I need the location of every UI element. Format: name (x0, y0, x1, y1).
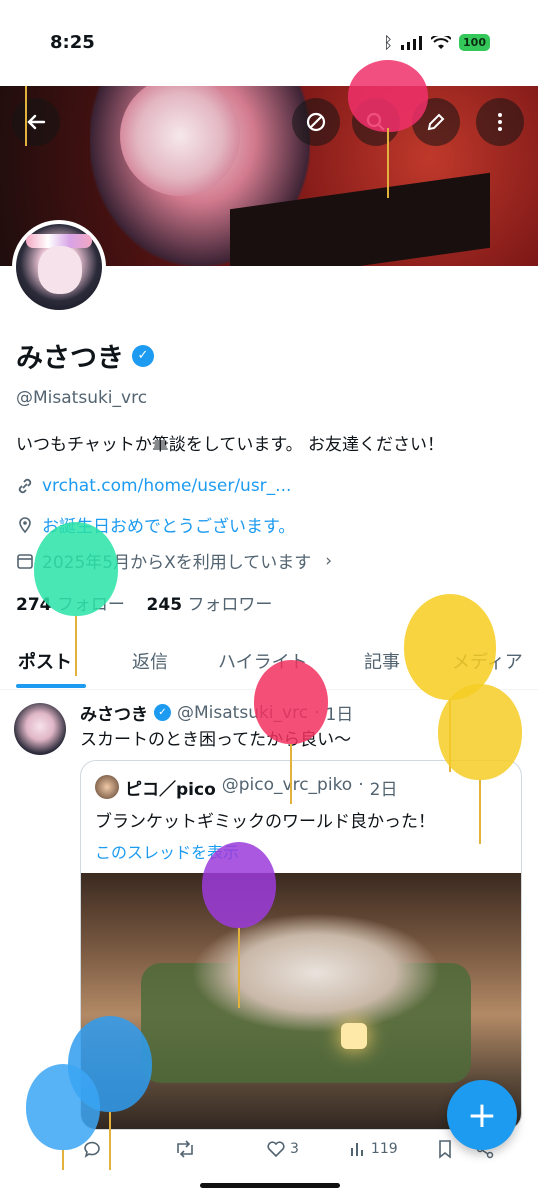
profile-avatar[interactable] (12, 220, 106, 314)
profile-bio: いつもチャットか筆談をしています。 お友達ください！ (16, 435, 445, 455)
balloon-decoration (254, 660, 328, 744)
quote-author-avatar (95, 775, 119, 799)
chevron-right-icon: › (325, 550, 333, 571)
more-vertical-icon (498, 113, 502, 131)
profile-display-name: みさつき (16, 343, 124, 374)
balloon-string (62, 1150, 64, 1170)
tab-posts[interactable]: ポスト (18, 648, 72, 674)
status-bar: 8:25 ᛒ 100 (0, 0, 538, 86)
balloon-decoration (34, 522, 118, 616)
status-time: 8:25 (50, 32, 95, 53)
balloon-string (109, 1112, 111, 1170)
battery-indicator: 100 (459, 34, 490, 51)
wifi-icon (431, 35, 452, 49)
profile-handle: @Misatsuki_vrc (16, 388, 148, 408)
compose-button[interactable]: + (447, 1080, 517, 1150)
balloon-decoration (438, 684, 522, 780)
like-count: 3 (290, 1141, 299, 1157)
active-tab-indicator (16, 684, 86, 688)
home-indicator (200, 1183, 340, 1188)
balloon-string (290, 744, 292, 804)
balloon-string (387, 128, 389, 198)
verified-badge-icon: ✓ (132, 344, 154, 367)
bookmark-icon (438, 1140, 451, 1159)
calendar-icon (17, 553, 33, 569)
location-pin-icon (19, 516, 31, 533)
back-button[interactable] (12, 98, 60, 146)
status-icons: ᛒ 100 (383, 33, 490, 52)
like-button[interactable]: 3 (266, 1139, 299, 1159)
profile-name: みさつき ✓ (16, 336, 154, 375)
views-button[interactable]: 119 (349, 1140, 398, 1158)
quote-text: ブランケットギミックのワールド良かった！ (95, 812, 435, 832)
analytics-icon (350, 1143, 363, 1156)
heart-icon (267, 1141, 285, 1158)
bluetooth-icon: ᛒ (383, 33, 394, 52)
quote-author-name: ピコ／pico (125, 780, 216, 800)
quote-separator: · (358, 775, 364, 795)
quote-author-handle: @pico_vrc_piko (221, 775, 353, 795)
repost-button[interactable] (174, 1139, 196, 1159)
repost-icon (177, 1140, 193, 1158)
post-actions: 3 119 (80, 1135, 522, 1163)
pencil-icon (427, 113, 445, 131)
post-author-avatar[interactable] (14, 703, 66, 755)
link-icon (18, 478, 32, 494)
balloon-string (25, 86, 27, 146)
balloon-string (75, 616, 77, 676)
back-arrow-icon (27, 114, 46, 130)
followers-count: 245 (146, 595, 183, 615)
signal-icon (401, 35, 423, 50)
mute-button[interactable] (292, 98, 340, 146)
quote-time: 2日 (369, 780, 398, 800)
balloon-string (479, 780, 481, 844)
tab-articles[interactable]: 記事 (364, 648, 400, 674)
plus-icon: + (466, 1094, 498, 1136)
post-time: 1日 (325, 705, 354, 725)
balloon-string (238, 928, 240, 1008)
profile-link[interactable]: vrchat.com/home/user/usr_... (42, 476, 291, 496)
quote-header: ピコ／pico @pico_vrc_piko · 2日 (125, 775, 397, 800)
balloon-decoration (26, 1064, 100, 1150)
bookmark-button[interactable] (436, 1139, 454, 1159)
tab-replies[interactable]: 返信 (132, 648, 168, 674)
balloon-decoration (348, 60, 428, 132)
followers-label: フォロワー (187, 595, 273, 615)
balloon-decoration (202, 842, 276, 928)
post-author-name[interactable]: みさつき (80, 700, 148, 725)
followers-link[interactable]: 245 フォロワー (147, 595, 273, 615)
view-count: 119 (370, 1141, 398, 1157)
no-sign-icon (306, 112, 326, 132)
profile-link-row[interactable]: vrchat.com/home/user/usr_... (16, 476, 291, 496)
more-button[interactable] (476, 98, 524, 146)
verified-badge-icon: ✓ (154, 704, 171, 721)
